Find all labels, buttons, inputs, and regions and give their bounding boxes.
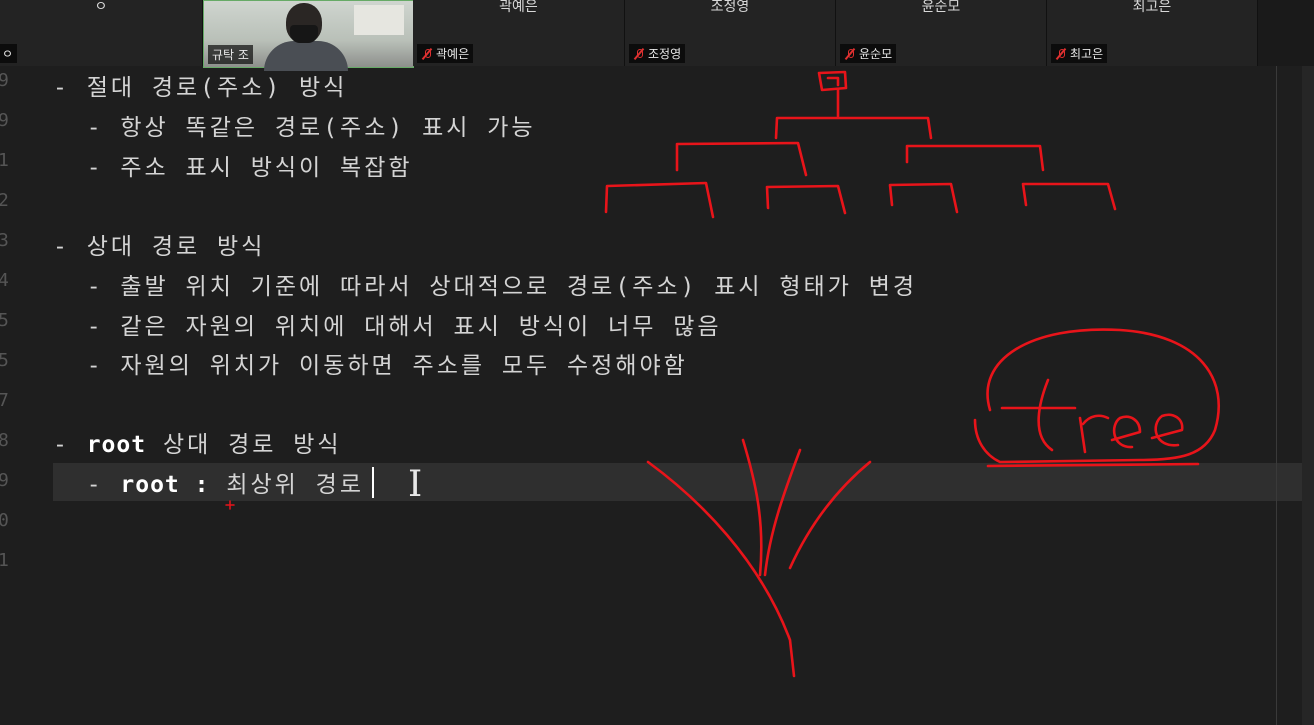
tree-sketch-drawing — [646, 438, 872, 678]
hierarchy-diagram-drawing — [604, 70, 1117, 219]
pen-annotation-layer — [225, 70, 1220, 678]
red-mark — [225, 500, 235, 510]
tree-word-drawing — [973, 328, 1220, 468]
